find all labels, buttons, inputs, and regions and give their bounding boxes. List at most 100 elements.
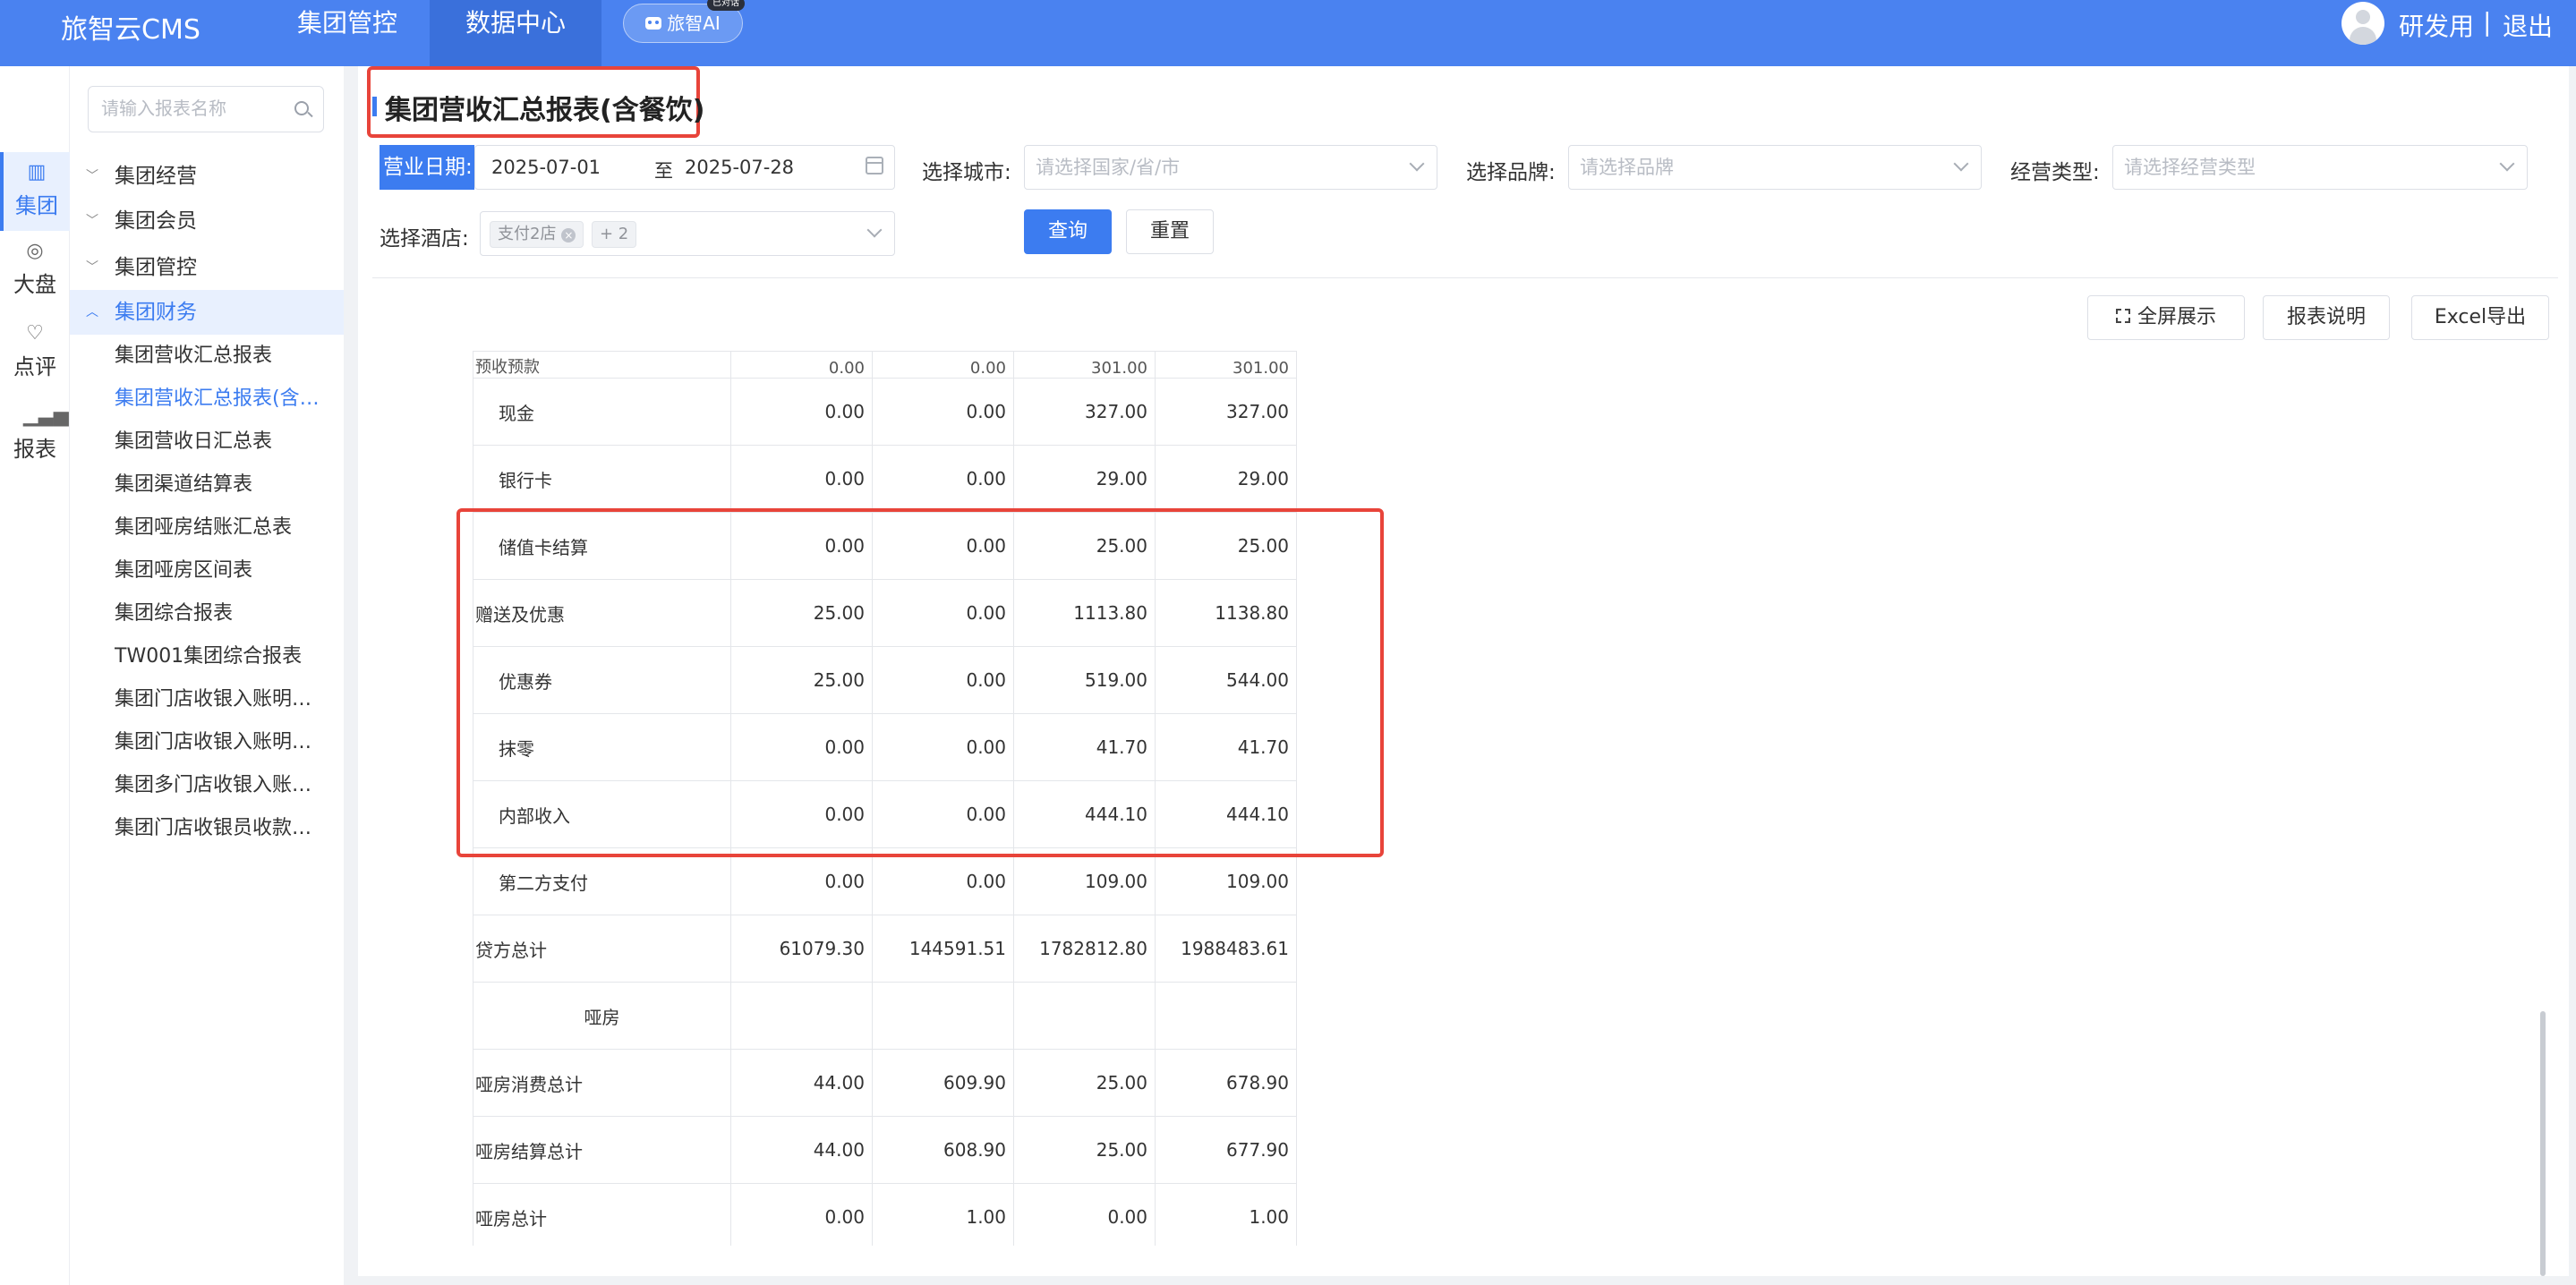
type-label: 经营类型:	[2010, 161, 2100, 184]
row-label: 现金	[473, 378, 731, 446]
menu-group-members[interactable]: ﹀ 集团会员	[70, 199, 344, 243]
cell-value: 25.00	[1013, 1116, 1156, 1184]
city-select[interactable]: 请选择国家/省/市	[1024, 145, 1437, 190]
menu-group-operations[interactable]: ﹀ 集团经营	[70, 154, 344, 199]
logout-link[interactable]: 退出	[2503, 7, 2553, 43]
rail-label: 报表	[13, 437, 56, 462]
menu-item-active[interactable]: 集团营收汇总报表(含餐饮)	[115, 378, 329, 421]
rail-label: 集团	[15, 193, 58, 218]
cell-value: 608.90	[872, 1116, 1014, 1184]
cell-value	[872, 982, 1014, 1050]
chevron-down-icon	[2499, 156, 2515, 172]
rail-item-dashboard[interactable]: ◎ 大盘	[0, 231, 70, 310]
menu-item[interactable]: 集团门店收银入账明细表	[115, 678, 329, 721]
cell-value: 109.00	[1155, 847, 1297, 915]
row-label: 预收预款	[473, 351, 731, 379]
cell-value: 327.00	[1013, 378, 1156, 446]
menu-item[interactable]: 集团门店收银员收款汇总表	[115, 807, 329, 850]
ai-badge: 已对话	[707, 0, 745, 11]
cell-value: 29.00	[1155, 445, 1297, 513]
chevron-down-icon: ﹀	[86, 214, 98, 228]
rail-item-reports[interactable]: ▁▃▅ 报表	[0, 396, 70, 474]
cell-value: 0.00	[730, 1183, 873, 1246]
fullscreen-icon	[2115, 309, 2130, 323]
brand-select[interactable]: 请选择品牌	[1568, 145, 1982, 190]
table-row: 哑房消费总计 44.00 609.90 25.00 678.90	[473, 1049, 1297, 1117]
menu-group-finance[interactable]: ︿ 集团财务	[70, 290, 344, 335]
nav-data-center[interactable]: 数据中心	[430, 0, 601, 66]
menu-item[interactable]: 集团门店收银入账明细表(含餐饮)	[115, 721, 329, 764]
excel-export-button[interactable]: Excel导出	[2411, 295, 2549, 340]
cell-value: 0.00	[1013, 1183, 1156, 1246]
cell-value: 0.00	[872, 445, 1014, 513]
city-placeholder: 请选择国家/省/市	[1036, 157, 1181, 178]
reset-button[interactable]: 重置	[1126, 209, 1214, 254]
menu-item[interactable]: 集团哑房区间表	[115, 549, 329, 592]
report-explain-button[interactable]: 报表说明	[2263, 295, 2390, 340]
highlight-box	[456, 508, 1384, 857]
rail-label: 大盘	[13, 272, 56, 297]
hotel-more-tag: + 2	[592, 221, 637, 248]
menu-group-control[interactable]: ﹀ 集团管控	[70, 245, 344, 290]
app-logo[interactable]: 旅智云CMS	[61, 7, 200, 47]
date-range-picker[interactable]: 2025-07-01 至 2025-07-28	[474, 145, 895, 190]
cell-value: 0.00	[730, 378, 873, 446]
nav-group-control[interactable]: 集团管控	[297, 0, 397, 66]
title-accent-bar	[372, 97, 377, 116]
icon-rail: ▥ 集团 ◎ 大盘 ♡ 点评 ▁▃▅ 报表	[0, 66, 70, 1285]
city-label: 选择城市:	[922, 161, 1011, 184]
row-label: 哑房消费总计	[473, 1049, 731, 1117]
avatar[interactable]	[2341, 2, 2384, 45]
menu-item[interactable]: 集团渠道结算表	[115, 464, 329, 506]
report-menu: ﹀集团经营 ﹀集团会员 ﹀集团管控 ︿集团财务 集团营收汇总报表 集团营收汇总报…	[70, 66, 344, 1285]
fullscreen-button[interactable]: 全屏展示	[2087, 295, 2245, 340]
chevron-up-icon: ︿	[86, 305, 98, 319]
cell-value: 1.00	[1155, 1183, 1297, 1246]
menu-item[interactable]: TW001集团综合报表	[115, 635, 329, 678]
bar-chart-icon: ▁▃▅	[23, 404, 69, 427]
query-button[interactable]: 查询	[1024, 209, 1112, 254]
building-icon: ▥	[27, 161, 47, 183]
table-row: 第二方支付 0.00 0.00 109.00 109.00	[473, 847, 1297, 915]
rail-item-review[interactable]: ♡ 点评	[0, 313, 70, 392]
date-to: 至	[654, 160, 673, 182]
chevron-down-icon	[866, 222, 883, 238]
cell-value: 109.00	[1013, 847, 1156, 915]
cell-value: 44.00	[730, 1049, 873, 1117]
cell-value	[730, 982, 873, 1050]
thumbs-up-icon: ♡	[26, 322, 44, 345]
close-icon[interactable]: ×	[561, 228, 576, 243]
row-label: 哑房总计	[473, 1183, 731, 1246]
cell-value: 1782812.80	[1013, 915, 1156, 983]
search-icon[interactable]	[294, 101, 309, 115]
brand-label: 选择品牌:	[1466, 161, 1556, 184]
hotel-tag: 支付2店 ×	[490, 221, 584, 248]
calendar-icon[interactable]	[866, 157, 883, 174]
cell-value: 678.90	[1155, 1049, 1297, 1117]
type-placeholder: 请选择经营类型	[2124, 157, 2256, 178]
menu-item[interactable]: 集团哑房结账汇总表	[115, 506, 329, 549]
cell-value: 0.00	[730, 847, 873, 915]
ai-button-label: 旅智AI	[667, 13, 721, 34]
rail-item-group[interactable]: ▥ 集团	[0, 152, 70, 231]
search-input[interactable]	[101, 87, 289, 130]
cell-value: 61079.30	[730, 915, 873, 983]
date-end[interactable]: 2025-07-28	[685, 157, 794, 178]
table-row: 现金 0.00 0.00 327.00 327.00	[473, 378, 1297, 446]
row-label: 第二方支付	[473, 847, 731, 915]
table-row: 哑房总计 0.00 1.00 0.00 1.00	[473, 1183, 1297, 1246]
menu-item[interactable]: 集团综合报表	[115, 592, 329, 635]
date-start[interactable]: 2025-07-01	[491, 157, 601, 178]
user-name[interactable]: 研发用	[2399, 7, 2474, 43]
menu-item[interactable]: 集团多门店收银入账明细表	[115, 764, 329, 807]
menu-item[interactable]: 集团营收汇总报表	[115, 335, 329, 378]
scrollbar[interactable]	[2540, 1011, 2546, 1276]
table-row: 贷方总计 61079.30 144591.51 1782812.80 1988483.6…	[473, 915, 1297, 983]
hotel-select[interactable]: 支付2店 × + 2	[480, 211, 895, 256]
report-search	[88, 86, 324, 132]
header-separator: |	[2483, 7, 2492, 37]
menu-item[interactable]: 集团营收日汇总表	[115, 421, 329, 464]
cell-value	[1013, 982, 1156, 1050]
robot-icon	[645, 16, 662, 30]
type-select[interactable]: 请选择经营类型	[2112, 145, 2528, 190]
